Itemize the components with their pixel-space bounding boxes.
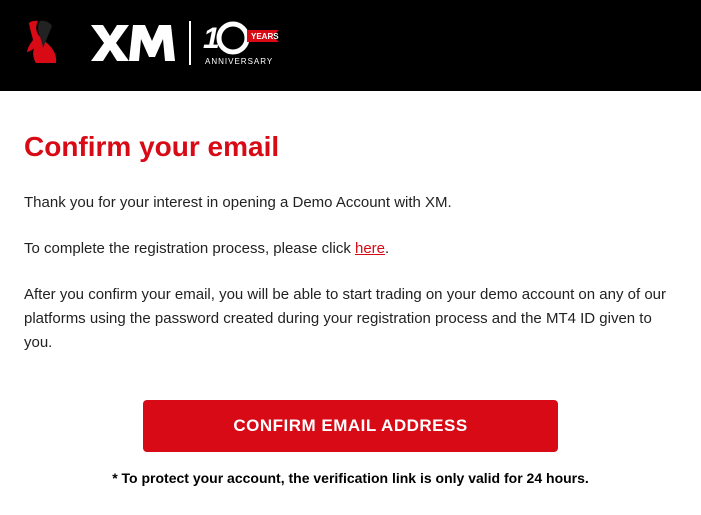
- page-title: Confirm your email: [24, 131, 677, 163]
- xm-wordmark-icon: [89, 21, 177, 70]
- click-here-prefix: To complete the registration process, pl…: [24, 240, 355, 257]
- bull-logo-icon: [24, 18, 79, 73]
- divider-icon: [187, 19, 193, 72]
- svg-text:ANNIVERSARY: ANNIVERSARY: [205, 57, 273, 66]
- click-here-suffix: .: [385, 240, 389, 257]
- intro-paragraph: Thank you for your interest in opening a…: [24, 191, 677, 215]
- button-wrap: CONFIRM EMAIL ADDRESS: [24, 400, 677, 452]
- confirm-email-button[interactable]: CONFIRM EMAIL ADDRESS: [143, 400, 557, 452]
- here-link[interactable]: here: [355, 240, 385, 257]
- click-here-paragraph: To complete the registration process, pl…: [24, 237, 677, 261]
- after-confirm-paragraph: After you confirm your email, you will b…: [24, 283, 677, 355]
- anniversary-badge-icon: 1 YEARS ANNIVERSARY: [203, 18, 281, 73]
- email-content: Confirm your email Thank you for your in…: [0, 91, 701, 506]
- svg-text:YEARS: YEARS: [251, 32, 279, 41]
- disclaimer-text: * To protect your account, the verificat…: [24, 470, 677, 486]
- logo-group: 1 YEARS ANNIVERSARY: [24, 18, 281, 73]
- header-bar: 1 YEARS ANNIVERSARY: [0, 0, 701, 91]
